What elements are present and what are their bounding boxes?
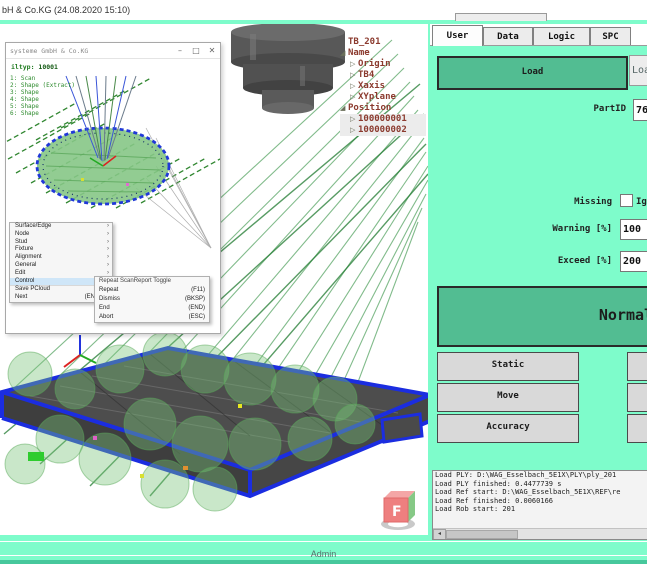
collapse-icon[interactable]: ▷ — [350, 92, 358, 103]
submenu-arrow-icon: › — [107, 246, 109, 254]
window-titlebar[interactable]: bH & Co.KG (24.08.2020 15:10) — [0, 0, 647, 20]
expand-icon[interactable]: ◢ — [340, 48, 348, 59]
accuracy-right-fragment-button[interactable] — [627, 414, 647, 443]
menu-shortcut: (BKSP) — [185, 295, 205, 304]
sensor-model — [231, 24, 345, 114]
expand-icon[interactable]: ◢ — [340, 103, 348, 114]
static-button[interactable]: Static — [437, 352, 579, 381]
measurement-window-titlebar[interactable]: systeme GmbH & Co.KG – □ ✕ — [6, 43, 220, 59]
menu-item[interactable]: General› — [10, 262, 112, 270]
tab-spc[interactable]: SPC — [590, 27, 631, 46]
menu-shortcut: (END) — [188, 304, 205, 313]
tree-item[interactable]: ▷100000002 — [340, 125, 426, 136]
minimize-icon[interactable]: – — [172, 44, 188, 57]
missing-label: Missing — [530, 197, 612, 207]
submenu-item[interactable]: Dismiss(BKSP) — [95, 295, 209, 304]
tree-item[interactable]: ▷XYplane — [340, 92, 426, 103]
submenu-item[interactable]: End(END) — [95, 304, 209, 313]
tree-item[interactable]: ▷100000001 — [340, 114, 426, 125]
static-right-fragment-button[interactable] — [627, 352, 647, 381]
move-right-fragment-button[interactable] — [627, 383, 647, 412]
bottom-accent-bar — [0, 560, 647, 564]
tree-item[interactable]: ◢Name — [340, 48, 426, 59]
logged-in-user: Admin — [311, 549, 337, 559]
part-type-label: iltyp: — [11, 63, 34, 71]
window-title: bH & Co.KG (24.08.2020 15:10) — [2, 5, 130, 15]
titlebar-control-fragment — [455, 13, 547, 21]
warning-label: Warning [%] — [505, 224, 612, 234]
collapse-icon[interactable]: ▷ — [350, 70, 358, 81]
tree-item[interactable]: ▷TB4 — [340, 70, 426, 81]
submenu-arrow-icon: › — [107, 254, 109, 262]
collapse-icon[interactable]: ▷ — [350, 81, 358, 92]
tab-data[interactable]: Data — [483, 27, 533, 46]
maximize-icon[interactable]: □ — [188, 44, 204, 57]
tree-item[interactable]: ▷Xaxis — [340, 81, 426, 92]
menu-item[interactable]: Node› — [10, 231, 112, 239]
missing-checkbox[interactable] — [620, 194, 633, 207]
close-icon[interactable]: ✕ — [204, 44, 220, 57]
log-line: Load Ref start: D:\WAG_Esselbach_5E1X\RE… — [433, 488, 647, 497]
tree-item-root[interactable]: TB_201 — [340, 37, 426, 48]
menu-item[interactable]: Surface/Edge› — [10, 223, 112, 231]
collapse-icon[interactable]: ▷ — [350, 125, 358, 136]
tolerance-spheres — [5, 332, 375, 511]
tab-user[interactable]: User — [432, 25, 483, 46]
tree-item[interactable]: ▷Origin — [340, 59, 426, 70]
feature-tree: TB_201 ◢Name ▷Origin ▷TB4 ▷Xaxis ▷XYplan… — [340, 37, 426, 136]
tab-logic[interactable]: Logic — [533, 27, 590, 46]
submenu-item[interactable]: Repeat(F11) — [95, 286, 209, 295]
collapse-icon[interactable]: ▷ — [350, 114, 358, 125]
scrollbar-thumb[interactable] — [446, 530, 518, 539]
load-fragment-button[interactable]: Load — [629, 55, 647, 86]
log-line: Load Ref finished: 0.0060166 — [433, 497, 647, 506]
status-normal-button[interactable]: Normal — [437, 286, 647, 347]
log-line: Load Rob start: 201 — [433, 505, 647, 514]
measurement-window-title: systeme GmbH & Co.KG — [10, 47, 88, 55]
exceed-input[interactable] — [620, 251, 647, 272]
log-output[interactable]: Load PLY: D:\WAG_Esselbach_5E1X\PLY\ply_… — [432, 470, 647, 540]
part-type-value: 10001 — [38, 63, 58, 71]
application-window: bH & Co.KG (24.08.2020 15:10) — [0, 0, 647, 564]
partid-input[interactable] — [633, 99, 647, 121]
load-button[interactable]: Load — [437, 56, 628, 90]
submenu-arrow-icon: › — [107, 231, 109, 239]
axis-triad — [64, 335, 96, 367]
missing-suffix-label: Ignore — [636, 197, 647, 207]
status-bar: Admin — [0, 541, 647, 556]
submenu-header: Repeat ScanReport Toggle — [95, 277, 209, 286]
accuracy-button[interactable]: Accuracy — [437, 414, 579, 443]
menu-item[interactable]: Fixture› — [10, 246, 112, 254]
scroll-left-icon[interactable]: ◂ — [433, 529, 446, 540]
exceed-label: Exceed [%] — [505, 256, 612, 266]
submenu-arrow-icon: › — [107, 262, 109, 270]
svg-text:F: F — [392, 504, 402, 520]
log-line: Load PLY finished: 0.4477739 s — [433, 480, 647, 489]
menu-item[interactable]: Stud› — [10, 239, 112, 247]
menu-shortcut: (ESC) — [189, 313, 205, 322]
orientation-cube-icon: F — [381, 491, 415, 530]
submenu-arrow-icon: › — [107, 239, 109, 247]
measurement-window[interactable]: systeme GmbH & Co.KG – □ ✕ iltyp: 10001 … — [5, 42, 221, 334]
warning-input[interactable] — [620, 219, 647, 240]
partid-label: PartID — [520, 104, 626, 114]
menu-shortcut: (F11) — [191, 286, 205, 295]
log-line: Load PLY: D:\WAG_Esselbach_5E1X\PLY\ply_… — [433, 471, 647, 480]
collapse-icon[interactable]: ▷ — [350, 59, 358, 70]
3d-viewport[interactable]: F TB_201 ◢Name ▷Origin ▷TB4 ▷Xaxis ▷XYpl… — [0, 24, 428, 535]
log-horizontal-scrollbar[interactable]: ◂ — [433, 528, 647, 539]
part-type-line: iltyp: 10001 — [11, 63, 58, 71]
move-button[interactable]: Move — [437, 383, 579, 412]
scan-legend: 1: Scan 2: Shape (Extract) 3: Shape 4: S… — [10, 75, 75, 117]
submenu-item[interactable]: Abort(ESC) — [95, 313, 209, 322]
menu-item[interactable]: Alignment› — [10, 254, 112, 262]
context-submenu: Repeat ScanReport Toggle Repeat(F11) Dis… — [94, 276, 210, 323]
tree-item[interactable]: ◢Position — [340, 103, 426, 114]
submenu-arrow-icon: › — [107, 223, 109, 231]
